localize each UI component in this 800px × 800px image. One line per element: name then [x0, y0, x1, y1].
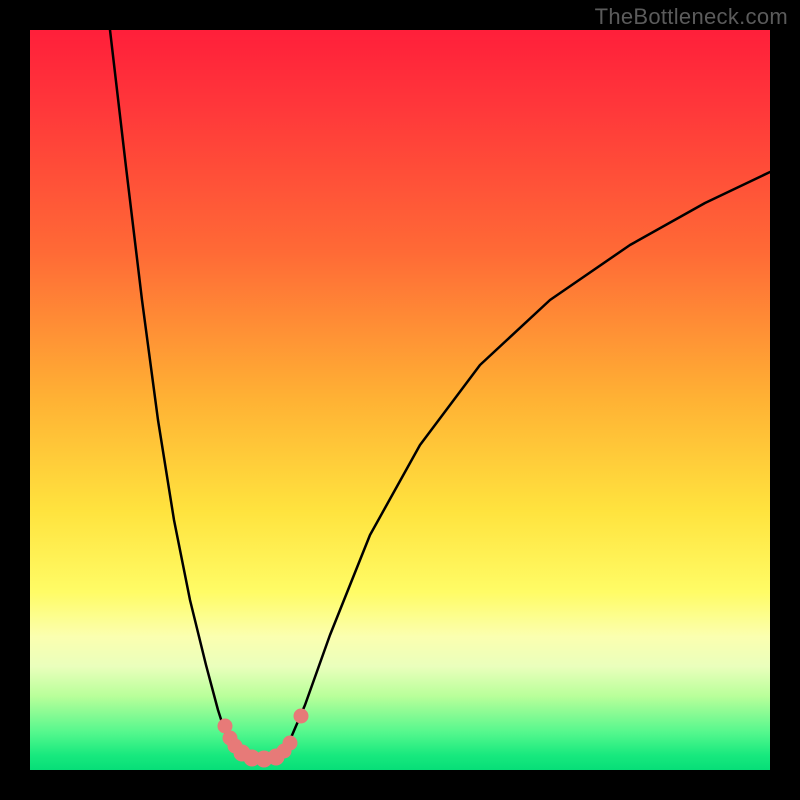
curve-markers: [218, 709, 308, 767]
plot-area: [30, 30, 770, 770]
curve-marker: [283, 736, 297, 750]
bottleneck-curve: [30, 30, 770, 770]
curve-marker: [294, 709, 308, 723]
watermark-text: TheBottleneck.com: [595, 4, 788, 30]
curve-path: [110, 30, 770, 759]
chart-frame: TheBottleneck.com: [0, 0, 800, 800]
